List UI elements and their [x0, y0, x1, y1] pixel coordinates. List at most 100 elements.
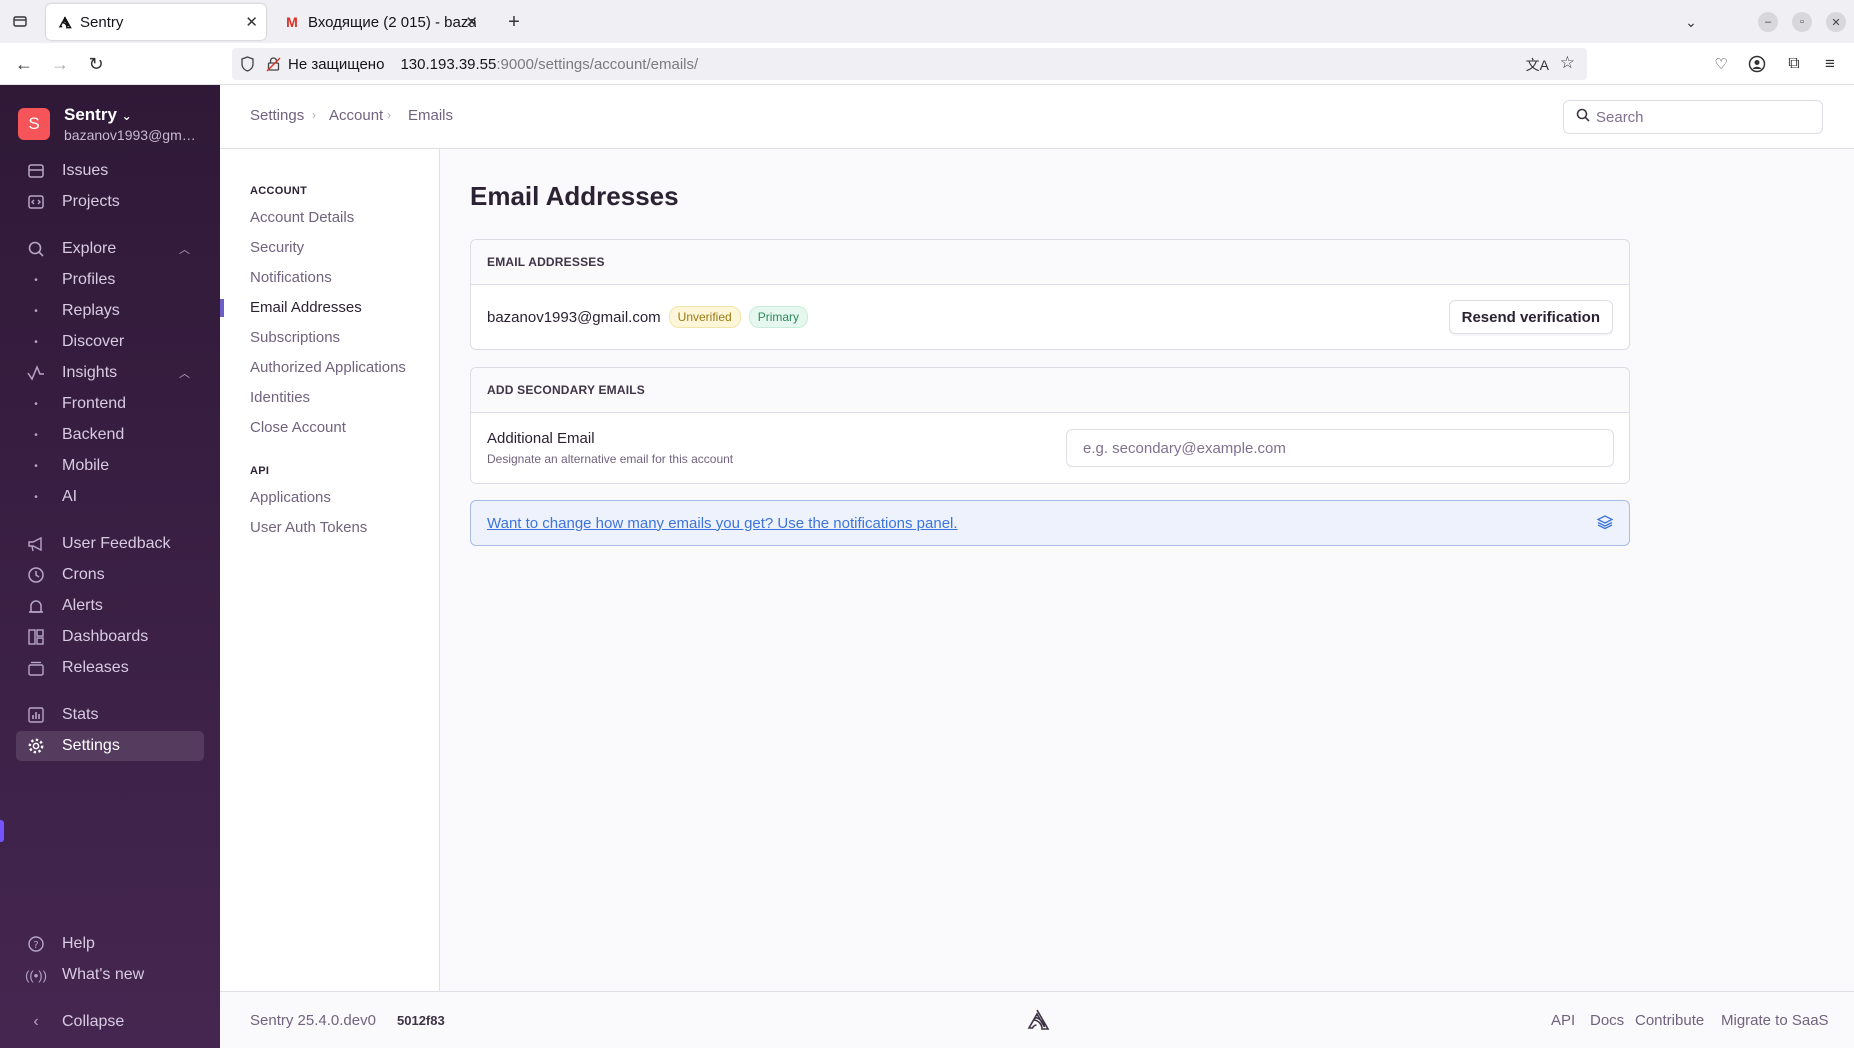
account-icon[interactable]	[1746, 53, 1768, 75]
nav-applications[interactable]: Applications	[250, 489, 331, 506]
menu-icon[interactable]: ≡	[1819, 53, 1841, 75]
nav-subscriptions[interactable]: Subscriptions	[250, 329, 340, 346]
sidebar-item-crons[interactable]: Crons	[16, 560, 204, 590]
search-box[interactable]: Search	[1563, 100, 1823, 134]
dot-icon: •	[34, 429, 38, 441]
sidebar-item-help[interactable]: ? Help	[16, 929, 204, 959]
sidebar-item-mobile[interactable]: • Mobile	[16, 451, 204, 481]
active-indicator	[0, 820, 4, 842]
chevron-down-icon[interactable]: ⌄	[1680, 11, 1702, 33]
sidebar-item-label: Backend	[62, 426, 125, 443]
sidebar-item-releases[interactable]: Releases	[16, 653, 204, 683]
search-icon	[26, 239, 46, 259]
insights-icon	[26, 363, 46, 383]
browser-navbar: ← → ↻ Не защищено 130.193.39.55:9000/set…	[0, 43, 1854, 85]
new-tab-icon[interactable]: +	[503, 11, 525, 33]
url-bar[interactable]: Не защищено 130.193.39.55:9000/settings/…	[232, 48, 1587, 80]
sidebar-item-label: Frontend	[62, 395, 127, 412]
url-path: :9000/settings/account/emails/	[496, 55, 699, 73]
nav-close-account[interactable]: Close Account	[250, 419, 346, 436]
additional-email-input[interactable]	[1066, 429, 1614, 467]
siren-icon	[26, 596, 46, 616]
sidebar-item-replays[interactable]: • Replays	[16, 296, 204, 326]
page-footer: Sentry 25.4.0.dev0 5012f83 API Docs Cont…	[220, 991, 1854, 1048]
reload-icon[interactable]: ↻	[85, 53, 107, 75]
insecure-lock-icon[interactable]	[266, 56, 282, 72]
footer-link-contribute[interactable]: Contribute	[1635, 1012, 1704, 1029]
url-text[interactable]: 130.193.39.55:9000/settings/account/emai…	[400, 56, 698, 73]
commit-sha[interactable]: 5012f83	[397, 1013, 445, 1028]
nav-email-addresses[interactable]: Email Addresses	[250, 299, 362, 316]
back-icon[interactable]: ←	[13, 53, 35, 75]
sidebar-item-explore[interactable]: Explore ︿	[16, 234, 204, 264]
pocket-icon[interactable]: ♡	[1710, 53, 1732, 75]
notifications-panel-link[interactable]: Want to change how many emails you get? …	[487, 515, 958, 532]
sidebar-item-backend[interactable]: • Backend	[16, 420, 204, 450]
sidebar-item-label: Issues	[62, 162, 109, 179]
breadcrumb-emails: Emails	[408, 107, 454, 124]
sidebar-item-ai[interactable]: • AI	[16, 482, 204, 512]
search-placeholder: Search	[1596, 108, 1644, 126]
extensions-icon[interactable]: ⧉	[1783, 53, 1805, 75]
tab-gmail[interactable]: M Входящие (2 015) - bazan ✕	[274, 4, 486, 40]
settings-nav: ACCOUNT Account Details Security Notific…	[220, 149, 440, 991]
sidebar-item-label: Insights	[62, 364, 118, 381]
breadcrumb-account[interactable]: Account	[329, 107, 383, 124]
sidebar-item-stats[interactable]: Stats	[16, 700, 204, 730]
notifications-alert: Want to change how many emails you get? …	[470, 500, 1630, 546]
sidebar-item-alerts[interactable]: Alerts	[16, 591, 204, 621]
email-address: bazanov1993@gmail.com	[487, 308, 661, 326]
translate-icon[interactable]: 文A	[1526, 55, 1549, 75]
nav-user-auth-tokens[interactable]: User Auth Tokens	[250, 519, 367, 536]
minimize-icon[interactable]: –	[1758, 12, 1778, 32]
dot-icon: •	[34, 336, 38, 348]
nav-account-details[interactable]: Account Details	[250, 209, 354, 226]
field-label: Additional Email	[487, 430, 595, 447]
org-switcher[interactable]: S Sentry ⌄ bazanov1993@gmail.com	[18, 105, 200, 143]
sidebar-item-whats-new[interactable]: ((•)) What's new	[16, 960, 204, 990]
footer-link-api[interactable]: API	[1551, 1012, 1575, 1029]
nav-authorized-applications[interactable]: Authorized Applications	[250, 359, 406, 376]
sidebar-collapse[interactable]: ‹ Collapse	[16, 1007, 204, 1037]
sidebar-item-label: Alerts	[62, 597, 103, 614]
org-name: Sentry	[64, 105, 117, 124]
stack-icon[interactable]	[1596, 514, 1615, 532]
nav-notifications[interactable]: Notifications	[250, 269, 332, 286]
chevron-up-icon[interactable]: ︿	[179, 365, 190, 381]
nav-heading-account: ACCOUNT	[250, 185, 308, 197]
sidebar-item-issues[interactable]: Issues	[16, 156, 204, 186]
page-title: Email Addresses	[470, 181, 679, 211]
breadcrumb-settings[interactable]: Settings	[250, 107, 304, 124]
sidebar-item-settings[interactable]: Settings	[16, 731, 204, 761]
email-row: bazanov1993@gmail.com Unverified Primary…	[471, 285, 1629, 349]
close-window-icon[interactable]: ✕	[1826, 12, 1846, 32]
url-host: 130.193.39.55	[400, 55, 497, 73]
sidebar-item-user-feedback[interactable]: User Feedback	[16, 529, 204, 559]
sidebar-item-projects[interactable]: Projects	[16, 187, 204, 217]
footer-link-docs[interactable]: Docs	[1590, 1012, 1624, 1029]
shield-icon[interactable]	[240, 56, 256, 72]
chevron-left-icon: ‹	[33, 1013, 39, 1030]
nav-security[interactable]: Security	[250, 239, 304, 256]
tab-close-icon[interactable]: ✕	[245, 13, 258, 31]
sidebar-item-profiles[interactable]: • Profiles	[16, 265, 204, 295]
tab-close-icon[interactable]: ✕	[465, 13, 478, 31]
sidebar-item-label: Settings	[62, 737, 120, 754]
forward-icon[interactable]: →	[49, 53, 71, 75]
sentry-logo-icon	[1024, 1008, 1050, 1036]
sidebar-item-frontend[interactable]: • Frontend	[16, 389, 204, 419]
tab-list-icon[interactable]	[9, 10, 31, 32]
chevron-up-icon[interactable]: ︿	[179, 241, 190, 257]
broadcast-icon: ((•))	[25, 967, 47, 983]
sidebar-item-discover[interactable]: • Discover	[16, 327, 204, 357]
sidebar-item-label: Collapse	[62, 1013, 125, 1030]
tab-sentry[interactable]: Sentry ✕	[46, 4, 266, 40]
star-icon[interactable]: ☆	[1560, 53, 1575, 73]
nav-identities[interactable]: Identities	[250, 389, 310, 406]
maximize-icon[interactable]: ▫	[1792, 12, 1812, 32]
sidebar-item-dashboards[interactable]: Dashboards	[16, 622, 204, 652]
main-content: Email Addresses EMAIL ADDRESSES bazanov1…	[440, 149, 1854, 991]
footer-link-migrate[interactable]: Migrate to SaaS	[1721, 1012, 1829, 1029]
resend-verification-button[interactable]: Resend verification	[1448, 300, 1613, 334]
sidebar-item-insights[interactable]: Insights ︿	[16, 358, 204, 388]
